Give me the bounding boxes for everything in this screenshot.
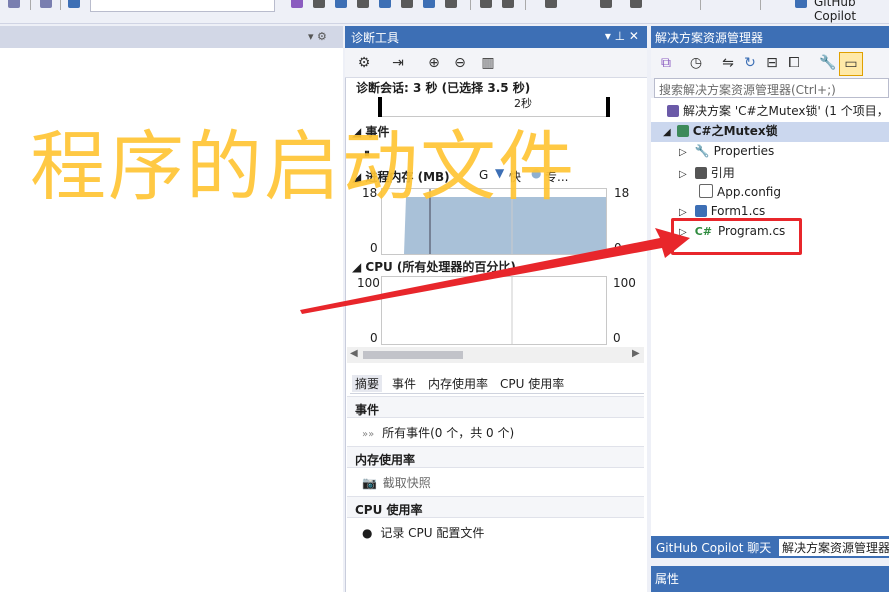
- annotation-arrow: [300, 228, 690, 314]
- highlight-box: [671, 218, 802, 255]
- arrow-shape: [300, 228, 690, 314]
